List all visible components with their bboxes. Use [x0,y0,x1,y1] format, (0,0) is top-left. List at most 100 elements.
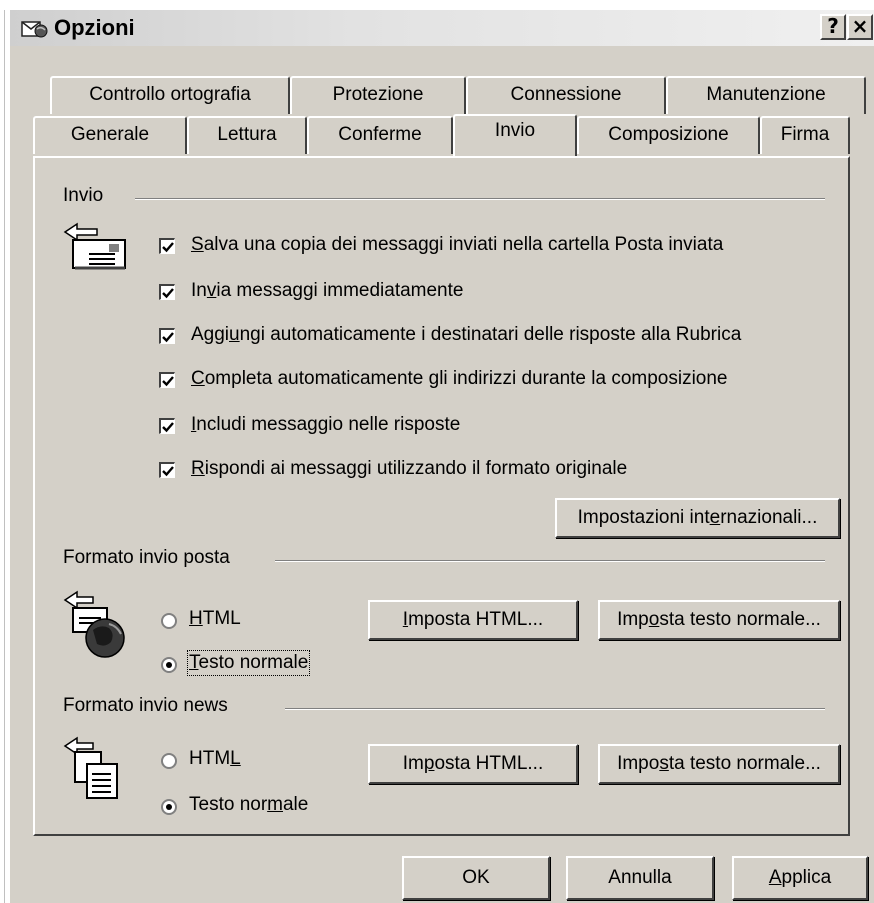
label-mnemonic: u [229,324,240,345]
news-imposta-html-button[interactable]: Imposta HTML... [368,744,578,784]
tab-conferme[interactable]: Conferme [307,116,453,154]
group-label-formato-news: Formato invio news [63,695,234,717]
checkbox[interactable] [159,418,175,434]
news-imposta-testo-normale-button[interactable]: Imposta testo normale... [598,744,840,784]
tab-label: Firma [780,124,830,145]
button-label-mnemonic: p [423,753,435,774]
tab-label: Lettura [217,124,277,145]
button-label-part: Impo [617,753,660,774]
button-label-mnemonic: A [768,867,782,888]
tab-firma[interactable]: Firma [760,116,850,154]
help-icon: ? [827,14,839,38]
checkbox[interactable] [159,328,175,344]
close-icon: × [851,14,869,38]
checkbox-label: Completa automaticamente gli indirizzi d… [191,368,728,390]
checkbox[interactable] [159,238,175,254]
button-label-part: Imp [617,609,649,630]
tab-controllo-ortografia[interactable]: Controllo ortografia [50,76,290,114]
button-label-part: pplica [781,867,832,888]
group-divider [285,708,825,710]
radio-button[interactable] [161,753,177,769]
label-part: HTM [189,748,231,769]
tab-label: Invio [494,120,536,141]
tab-manutenzione[interactable]: Manutenzione [666,76,866,114]
checkbox[interactable] [159,372,175,388]
label-part: ngi automaticamente i destinatari delle … [239,324,742,345]
tab-composizione[interactable]: Composizione [577,116,760,154]
check-mark-icon [162,376,174,387]
tab-generale[interactable]: Generale [33,116,187,154]
radio-label: HTML [189,608,241,630]
check-mark-icon [162,288,174,299]
button-label-part: rnazionali... [720,507,818,528]
radio-button[interactable] [161,799,177,815]
group-label-invio: Invio [63,185,110,207]
check-mark-icon [162,422,174,433]
button-label-mnemonic: o [648,609,660,630]
close-button[interactable]: × [847,14,873,40]
annulla-button[interactable]: Annulla [566,856,714,900]
button-label-part: Im [402,753,424,774]
label-part: TML [202,608,241,629]
background-edge [0,10,5,903]
label-part: ia messaggi immediatamente [216,280,464,301]
radio-button[interactable] [161,613,177,629]
label-mnemonic: m [267,794,283,815]
group-divider [135,198,825,200]
radio-dot [166,804,172,810]
label-part: esto normale [198,652,309,673]
checkbox-label: Salva una copia dei messaggi inviati nel… [191,234,723,256]
label-mnemonic: L [230,748,241,769]
checkbox-label: Aggiungi automaticamente i destinatari d… [191,324,741,346]
label-part: ispondi ai messaggi utilizzando il forma… [204,458,628,479]
button-label-part: sta testo normale... [659,609,821,630]
checkbox-label: Includi messaggio nelle risposte [191,414,460,436]
label-mnemonic: C [191,368,205,389]
tab-label: Protezione [332,84,424,105]
tab-label: Controllo ortografia [89,84,251,105]
button-label-part: mposta HTML... [408,609,544,630]
title-bar: Opzioni ? × [10,10,874,46]
checkbox[interactable] [159,462,175,478]
group-divider [275,560,825,562]
label-part: ale [282,794,309,815]
posta-imposta-testo-normale-button[interactable]: Imposta testo normale... [598,600,840,640]
invio-tab-panel: Invio Salva una copia dei messaggi invia… [33,156,850,836]
radio-dot [166,662,172,668]
check-mark-icon [162,242,174,253]
checkbox[interactable] [159,284,175,300]
checkbox-label: Rispondi ai messaggi utilizzando il form… [191,458,627,480]
radio-label: Testo normale [189,794,308,816]
label-mnemonic: T [189,652,199,673]
button-label-mnemonic: e [709,507,721,528]
label-part: ompleta automaticamente gli indirizzi du… [204,368,728,389]
news-post-icon [63,736,118,799]
ok-button[interactable]: OK [402,856,550,900]
button-label-part: osta HTML... [434,753,544,774]
window-title: Opzioni [54,15,135,40]
applica-button[interactable]: Applica [732,856,868,900]
tab-label: Generale [70,124,150,145]
tab-protezione[interactable]: Protezione [290,76,466,114]
button-label-part: Impostazioni int [577,507,710,528]
label-mnemonic: R [191,458,205,479]
label-mnemonic: S [191,234,204,255]
outlook-app-icon [21,21,48,38]
label-mnemonic: v [206,280,217,301]
check-mark-icon [162,332,174,343]
radio-label: HTML [189,748,241,770]
send-mail-icon [63,222,126,270]
options-dialog: Opzioni ? × Controllo ortografia Protezi… [8,8,874,903]
tab-label: Manutenzione [706,84,826,105]
help-button[interactable]: ? [820,14,846,40]
tab-invio[interactable]: Invio [453,114,577,156]
tab-lettura[interactable]: Lettura [187,116,307,154]
radio-button[interactable] [161,657,177,673]
tab-connessione[interactable]: Connessione [466,76,666,114]
tab-label: Conferme [338,124,422,145]
label-part: alva una copia dei messaggi inviati nell… [203,234,724,255]
posta-imposta-html-button[interactable]: Imposta HTML... [368,600,578,640]
label-part: In [191,280,207,301]
impostazioni-internazionali-button[interactable]: Impostazioni internazionali... [555,498,840,538]
label-part: Testo nor [189,794,268,815]
